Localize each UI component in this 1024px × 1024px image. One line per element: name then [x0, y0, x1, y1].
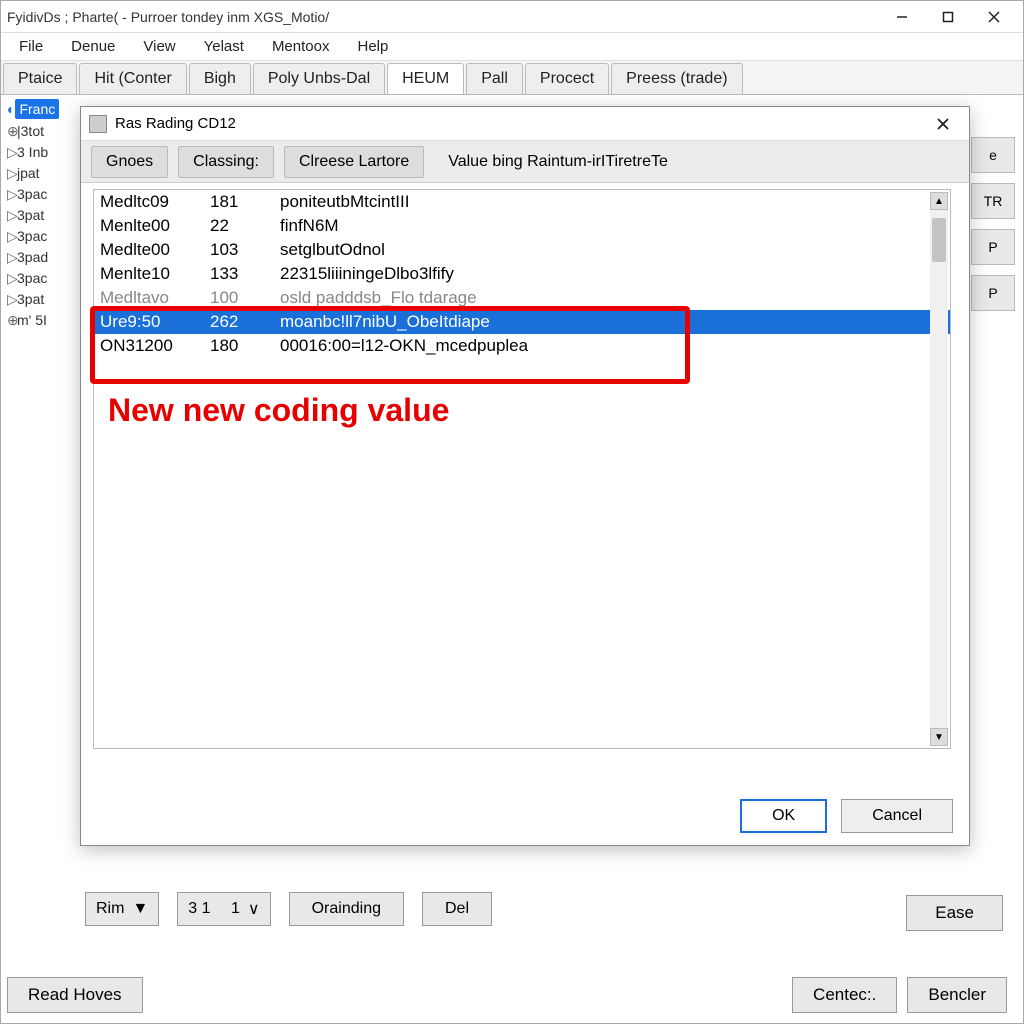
tab-pall[interactable]: Pall	[466, 63, 523, 94]
vertical-scrollbar[interactable]: ▲ ▼	[930, 192, 948, 746]
dialog-tab-value[interactable]: Value bing Raintum-irITiretreTe	[434, 147, 959, 177]
scroll-up-icon[interactable]: ▲	[930, 192, 948, 210]
menu-denue[interactable]: Denue	[57, 34, 129, 59]
tab-hit[interactable]: Hit (Conter	[79, 63, 186, 94]
scroll-thumb[interactable]	[932, 218, 946, 262]
window-title: FyidivDs ; Pharte( - Purroer tondey inm …	[7, 9, 879, 25]
minimize-button[interactable]	[879, 2, 925, 32]
tab-procect[interactable]: Procect	[525, 63, 609, 94]
menu-view[interactable]: View	[129, 34, 189, 59]
right-btn-e[interactable]: e	[971, 137, 1015, 173]
dialog-buttons: OK Cancel	[740, 799, 953, 833]
del-button[interactable]: Del	[422, 892, 492, 926]
read-hoves-button[interactable]: Read Hoves	[7, 977, 143, 1013]
titlebar: FyidivDs ; Pharte( - Purroer tondey inm …	[1, 1, 1023, 33]
bottom-controls: Rim▼ 3 1 1∨ Orainding Del	[85, 885, 492, 933]
menu-help[interactable]: Help	[343, 34, 402, 59]
menu-yelast[interactable]: Yelast	[190, 34, 258, 59]
list-pane: Medltc09181poniteutbMtcintIII Menlte0022…	[93, 189, 951, 749]
bencler-button[interactable]: Bencler	[907, 977, 1007, 1013]
ok-button[interactable]: OK	[740, 799, 827, 833]
close-button[interactable]	[971, 2, 1017, 32]
dialog-icon	[89, 115, 107, 133]
list-row[interactable]: Menlte0022finfN6M	[94, 214, 950, 238]
menu-mentoox[interactable]: Mentoox	[258, 34, 344, 59]
list-row[interactable]: ON3120018000016:00=l12-OKN_mcedpuplea	[94, 334, 950, 358]
list-row[interactable]: Medltavo100osld padddsb_Flo tdarage	[94, 286, 950, 310]
ras-rading-dialog: Ras Rading CD12 Gnoes Classing: Clreese …	[80, 106, 970, 846]
dialog-tab-clreese[interactable]: Clreese Lartore	[284, 146, 424, 178]
dialog-close-button[interactable]	[925, 110, 961, 138]
right-btn-tr[interactable]: TR	[971, 183, 1015, 219]
cancel-button[interactable]: Cancel	[841, 799, 953, 833]
right-btn-p2[interactable]: P	[971, 275, 1015, 311]
tab-ptaice[interactable]: Ptaice	[3, 63, 77, 94]
footer-bar: Read Hoves Centec:. Bencler	[7, 973, 1017, 1017]
tab-poly[interactable]: Poly Unbs-Dal	[253, 63, 385, 94]
annotation-text: New new coding value	[108, 392, 449, 429]
maximize-button[interactable]	[925, 2, 971, 32]
dialog-titlebar: Ras Rading CD12	[81, 107, 969, 141]
tab-heum[interactable]: HEUM	[387, 63, 464, 94]
list-row[interactable]: Medltc09181poniteutbMtcintIII	[94, 190, 950, 214]
right-button-column: e TR P P	[971, 137, 1015, 321]
menu-file[interactable]: File	[5, 34, 57, 59]
menubar: File Denue View Yelast Mentoox Help	[1, 33, 1023, 61]
ease-button[interactable]: Ease	[906, 895, 1003, 931]
list-row[interactable]: Medlte00103setglbutOdnol	[94, 238, 950, 262]
list-row[interactable]: Menlte1013322315liiiningeDlbo3lfify	[94, 262, 950, 286]
value-dropdown[interactable]: 3 1 1∨	[177, 892, 270, 926]
centec-button[interactable]: Centec:.	[792, 977, 897, 1013]
rim-dropdown[interactable]: Rim▼	[85, 892, 159, 926]
tabbar: Ptaice Hit (Conter Bigh Poly Unbs-Dal HE…	[1, 61, 1023, 95]
orainding-button[interactable]: Orainding	[289, 892, 404, 926]
right-btn-p1[interactable]: P	[971, 229, 1015, 265]
dialog-tab-classing[interactable]: Classing:	[178, 146, 274, 178]
tab-bigh[interactable]: Bigh	[189, 63, 251, 94]
list-row-selected[interactable]: Ure9:50262moanbc!ll7nibU_ObeItdiape	[94, 310, 950, 334]
dialog-title: Ras Rading CD12	[115, 115, 925, 132]
tab-preess[interactable]: Preess (trade)	[611, 63, 742, 94]
scroll-down-icon[interactable]: ▼	[930, 728, 948, 746]
dialog-tab-gnoes[interactable]: Gnoes	[91, 146, 168, 178]
dialog-tabs: Gnoes Classing: Clreese Lartore Value bi…	[81, 141, 969, 183]
